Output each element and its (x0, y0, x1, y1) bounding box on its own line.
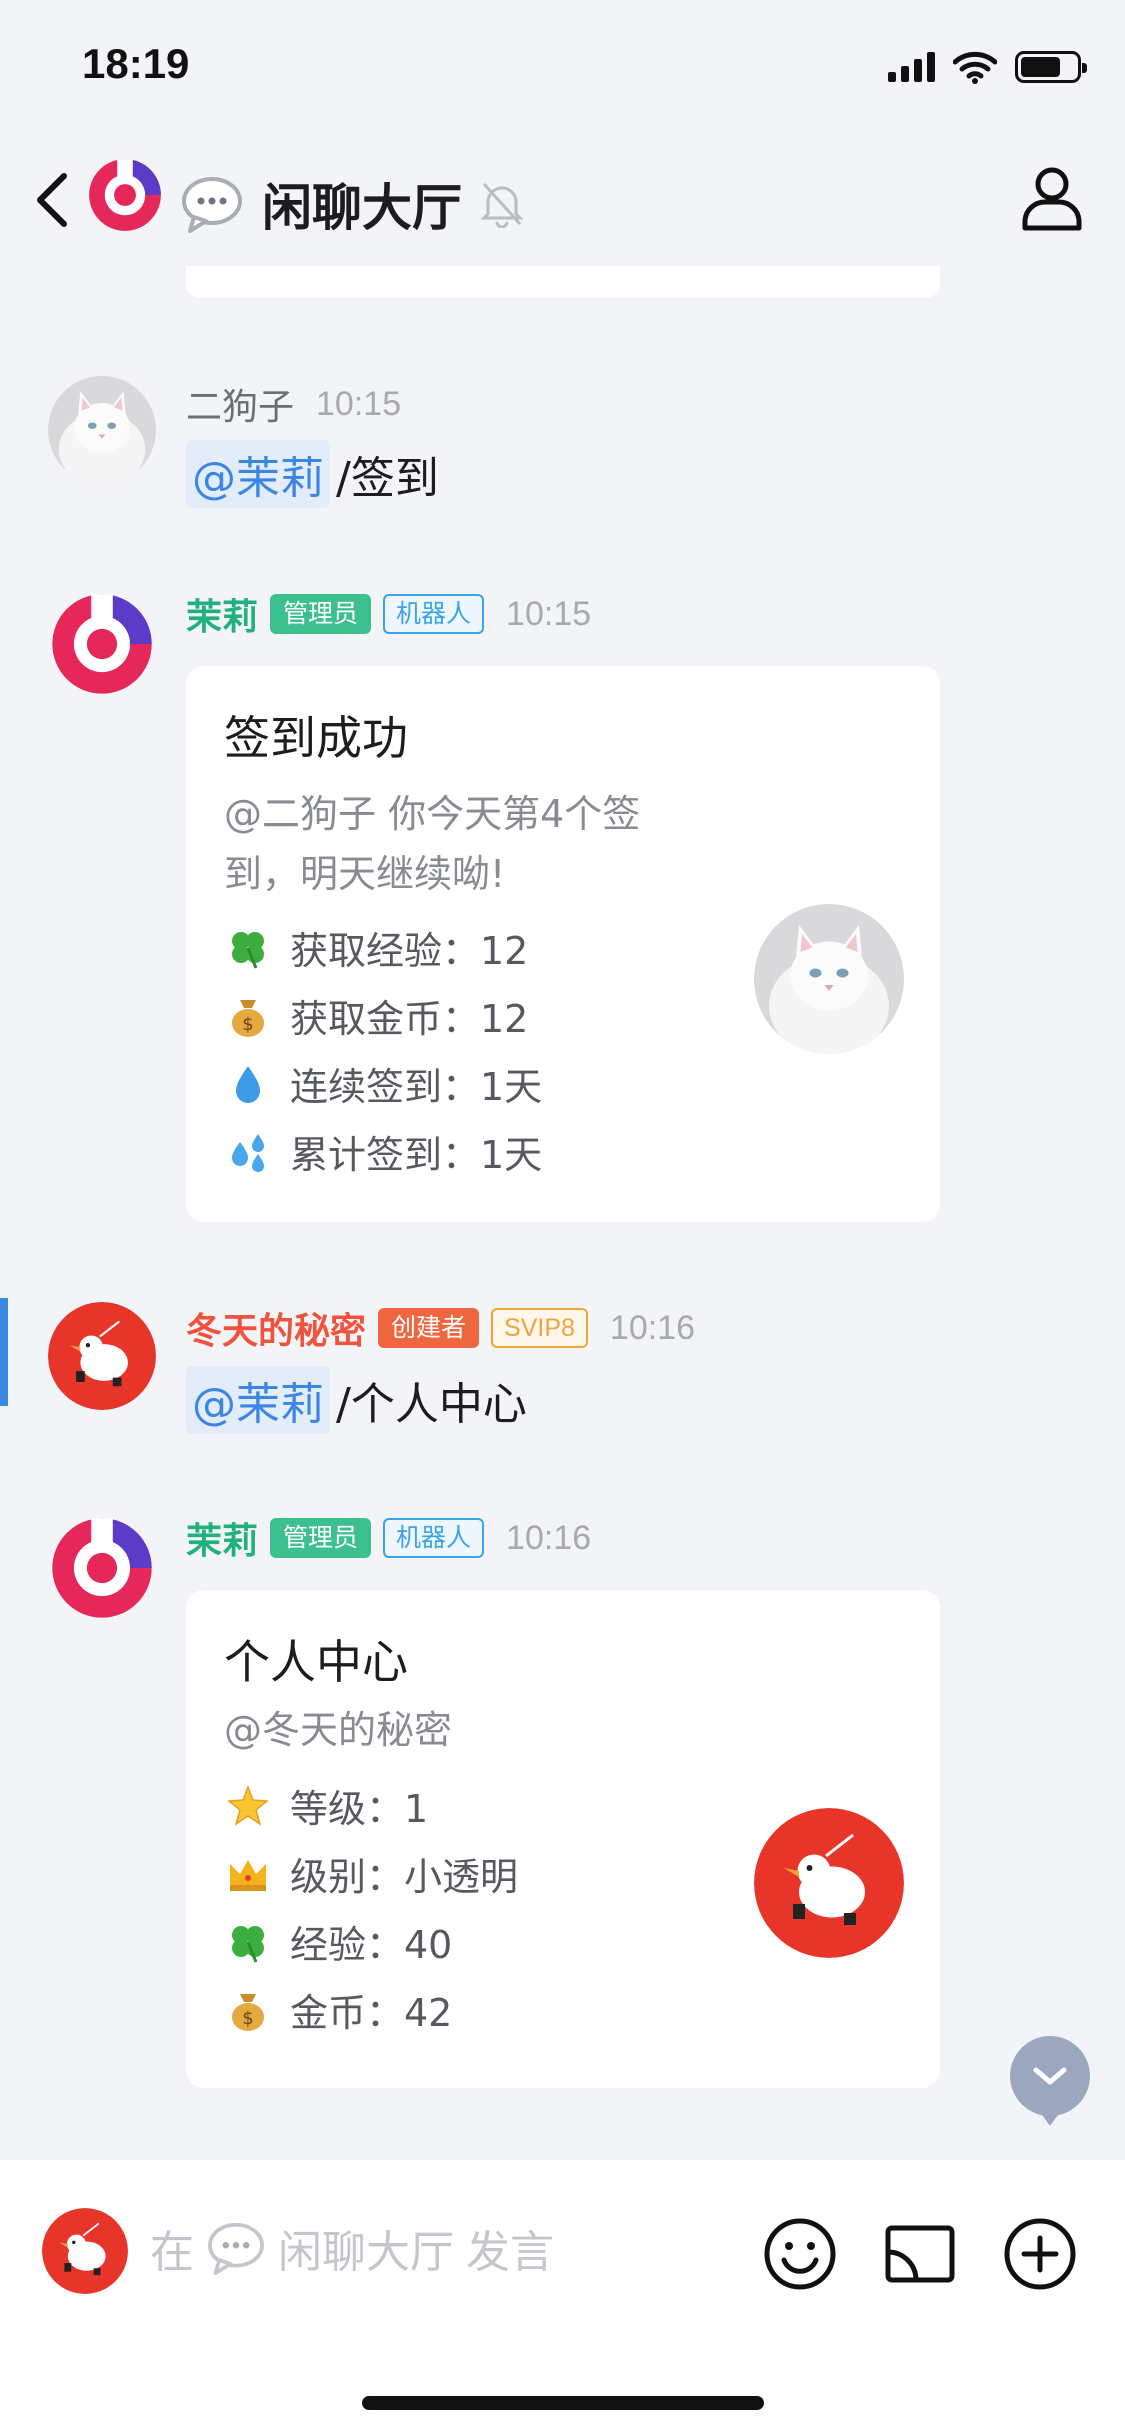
admin-badge: 管理员 (270, 594, 372, 634)
message-time: 10:16 (506, 1518, 592, 1557)
message-item: 茉莉 管理员 机器人 10:16 个人中心 @冬天的秘密 等级：1 级别：小透明… (0, 1514, 1125, 2094)
cellular-signal-icon (888, 52, 935, 82)
card-row-text: 连续签到：1天 (290, 1065, 543, 1109)
sender-name[interactable]: 二狗子 (186, 378, 294, 430)
group-logo-icon[interactable] (86, 156, 164, 234)
sender-name[interactable]: 茉莉 (186, 588, 258, 640)
chevron-down-icon (1033, 2067, 1067, 2085)
command-text: /签到 (336, 453, 439, 504)
card-title: 签到成功 (224, 711, 408, 765)
mention-link[interactable]: @茉莉 (186, 1366, 330, 1434)
placeholder-prefix: 在 (150, 2227, 194, 2278)
speech-bubble-icon (208, 2222, 264, 2275)
message-item: 冬天的秘密 创建者 SVIP8 10:16 @茉莉 /个人中心 (0, 1302, 1125, 1442)
message-header: 茉莉 管理员 机器人 10:16 (186, 1516, 592, 1562)
card-row: $ 获取金币：12 (224, 988, 528, 1043)
status-icons (888, 50, 1087, 84)
status-time: 18:19 (82, 40, 190, 87)
previous-card-tail (186, 266, 940, 298)
message-time: 10:15 (506, 594, 592, 633)
robot-badge: 机器人 (383, 1518, 485, 1558)
message-text: @茉莉 /签到 (186, 440, 439, 508)
sender-name[interactable]: 茉莉 (186, 1512, 258, 1564)
message-time: 10:15 (316, 384, 402, 423)
user-avatar-image (754, 1808, 904, 1958)
svg-text:$: $ (242, 1014, 253, 1035)
user-avatar-image (754, 904, 904, 1054)
avatar[interactable] (48, 376, 156, 484)
scroll-to-bottom-button[interactable] (1010, 2036, 1090, 2126)
placeholder-suffix: 发言 (466, 2227, 554, 2278)
avatar[interactable] (48, 590, 156, 698)
command-text: /个人中心 (336, 1379, 527, 1430)
card-row: 获取经验：12 (224, 920, 528, 975)
clover-icon (224, 1918, 272, 1966)
message-time: 10:16 (609, 1308, 695, 1347)
sender-name[interactable]: 冬天的秘密 (186, 1302, 366, 1354)
nav-bar (0, 136, 1125, 266)
card-row-text: 获取金币：12 (290, 997, 529, 1041)
avatar[interactable] (48, 1302, 156, 1410)
nav-title: 闲聊大厅 (262, 179, 462, 237)
group-members-icon[interactable] (1017, 162, 1087, 232)
battery-icon (1015, 51, 1087, 83)
input-bar: 在 闲聊大厅 发言 (0, 2160, 1125, 2436)
robot-badge: 机器人 (383, 594, 485, 634)
card-subtitle: @二狗子 你今天第4个签到，明天继续呦! (224, 792, 641, 896)
svg-text:$: $ (242, 2008, 253, 2029)
message-item: 茉莉 管理员 机器人 10:15 签到成功 @二狗子 你今天第4个签到，明天继续… (0, 590, 1125, 1230)
message-header: 冬天的秘密 创建者 SVIP8 10:16 (186, 1306, 695, 1352)
status-bar: 18:19 (0, 0, 1125, 136)
emoji-icon[interactable] (762, 2216, 838, 2292)
card-title: 个人中心 (224, 1635, 408, 1689)
card-row-text: 级别：小透明 (290, 1855, 519, 1899)
speech-bubble-icon (182, 177, 242, 233)
add-circle-icon[interactable] (1002, 2216, 1078, 2292)
self-avatar[interactable] (42, 2208, 128, 2294)
message-header: 二狗子 10:15 (186, 382, 402, 429)
card-row-text: 获取经验：12 (290, 929, 529, 973)
card-row: $ 金币：42 (224, 1982, 452, 2037)
message-input[interactable]: 在 闲聊大厅 发言 (150, 2216, 554, 2280)
card-row-text: 累计签到：1天 (290, 1133, 543, 1177)
card-row: 级别：小透明 (224, 1846, 518, 1901)
wifi-icon (953, 51, 997, 84)
money-bag-icon: $ (224, 1986, 272, 2034)
avatar[interactable] (48, 1514, 156, 1622)
card-subtitle: @冬天的秘密 (224, 1708, 453, 1752)
star-icon (224, 1782, 272, 1830)
back-chevron-icon[interactable] (30, 168, 78, 232)
svip-badge: SVIP8 (491, 1308, 588, 1348)
creator-badge: 创建者 (378, 1308, 480, 1348)
message-header: 茉莉 管理员 机器人 10:15 (186, 592, 592, 638)
crown-icon (224, 1850, 272, 1898)
message-item: 二狗子 10:15 @茉莉 /签到 (0, 376, 1125, 516)
placeholder-room: 闲聊大厅 (278, 2227, 454, 2278)
profile-card[interactable]: 个人中心 @冬天的秘密 等级：1 级别：小透明 经验：40 $ 金币：42 (186, 1590, 940, 2088)
message-text: @茉莉 /个人中心 (186, 1366, 527, 1434)
money-bag-icon: $ (224, 992, 272, 1040)
nav-title-group[interactable]: 闲聊大厅 (180, 168, 524, 240)
mention-link[interactable]: @茉莉 (186, 440, 330, 508)
muted-bell-icon (480, 182, 524, 228)
clover-icon (224, 924, 272, 972)
admin-badge: 管理员 (270, 1518, 372, 1558)
card-row: 累计签到：1天 (224, 1124, 542, 1179)
card-row-text: 经验：40 (290, 1923, 453, 1967)
card-row: 经验：40 (224, 1914, 452, 1969)
home-indicator[interactable] (362, 2396, 764, 2410)
sweat-drops-icon (224, 1128, 272, 1176)
screen-cast-icon[interactable] (882, 2216, 958, 2292)
card-row-text: 金币：42 (290, 1991, 453, 2035)
card-row-text: 等级：1 (290, 1787, 429, 1831)
droplet-icon (224, 1060, 272, 1108)
signin-result-card[interactable]: 签到成功 @二狗子 你今天第4个签到，明天继续呦! 获取经验：12 $ 获取金币… (186, 666, 940, 1222)
card-row: 连续签到：1天 (224, 1056, 542, 1111)
card-row: 等级：1 (224, 1778, 428, 1833)
